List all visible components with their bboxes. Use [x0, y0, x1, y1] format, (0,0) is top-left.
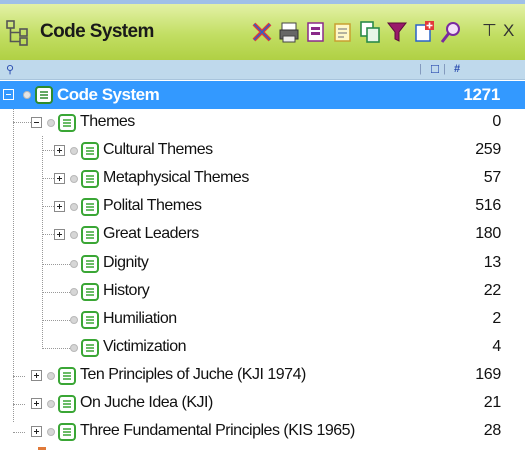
code-count: 259: [475, 141, 501, 158]
tree-item-label: Ten Principles of Juche (KJI 1974): [80, 366, 306, 383]
count-column-header[interactable]: #: [454, 63, 460, 75]
code-count: 1271: [463, 85, 500, 104]
color-dot-icon: [47, 400, 55, 408]
tree-item-humiliation[interactable]: Humiliation 2: [0, 306, 525, 334]
tree-item-label: Great Leaders: [103, 225, 199, 242]
code-icon: [81, 255, 99, 273]
expand-toggle[interactable]: [54, 229, 65, 240]
column-header: ⚲ | ☐ | #: [0, 60, 525, 80]
code-count: 28: [483, 422, 502, 439]
code-count: 169: [475, 366, 501, 383]
close-button[interactable]: X: [503, 21, 514, 41]
code-system-icon: [6, 20, 28, 46]
code-count: 13: [483, 254, 502, 271]
tree-item-dignity[interactable]: Dignity 13: [0, 250, 525, 278]
tree-item-three-fundamental-principles[interactable]: Three Fundamental Principles (KIS 1965) …: [0, 418, 525, 446]
code-icon: [81, 170, 99, 188]
tree-item-root[interactable]: Code System 1271: [0, 81, 525, 109]
color-dot-icon: [70, 344, 78, 352]
code-icon: [81, 142, 99, 160]
code-icon: [81, 198, 99, 216]
tree-item-label: History: [103, 282, 150, 299]
expand-toggle[interactable]: [31, 398, 42, 409]
color-dot-icon: [47, 372, 55, 380]
expand-toggle[interactable]: [54, 201, 65, 212]
code-tree: Code System 1271 Themes 0 Cultural Theme…: [0, 80, 525, 450]
expand-toggle[interactable]: [31, 370, 42, 381]
color-column-header[interactable]: ☐: [430, 63, 440, 76]
color-dot-icon: [23, 91, 31, 99]
color-dot-icon: [70, 175, 78, 183]
window-title: Code System: [40, 21, 154, 42]
tree-item-label: Themes: [80, 113, 135, 130]
expand-toggle[interactable]: [54, 173, 65, 184]
tree-item-label: Humiliation: [103, 310, 177, 327]
color-dot-icon: [70, 231, 78, 239]
code-icon: [81, 311, 99, 329]
search-icon[interactable]: [440, 20, 462, 44]
color-dot-icon: [70, 203, 78, 211]
tree-item-label: Code System: [57, 85, 160, 104]
tree-item-metaphysical-themes[interactable]: Metaphysical Themes 57: [0, 165, 525, 193]
collapse-toggle[interactable]: [3, 89, 14, 100]
code-count: 180: [475, 225, 501, 242]
code-count: 4: [492, 338, 501, 355]
code-icon: [81, 339, 99, 357]
code-count: 2: [492, 310, 501, 327]
tree-item-ten-principles[interactable]: Ten Principles of Juche (KJI 1974) 169: [0, 362, 525, 390]
export-icon[interactable]: [305, 20, 327, 44]
expand-toggle[interactable]: [31, 426, 42, 437]
color-dot-icon: [70, 288, 78, 296]
tree-item-great-leaders[interactable]: Great Leaders 180: [0, 221, 525, 249]
pin-icon[interactable]: ⊤: [482, 21, 497, 41]
tree-item-polital-themes[interactable]: Polital Themes 516: [0, 193, 525, 221]
tree-item-label: Metaphysical Themes: [103, 169, 249, 186]
new-code-icon[interactable]: [413, 20, 435, 44]
color-dot-icon: [70, 316, 78, 324]
tree-item-victimization[interactable]: Victimization 4: [0, 334, 525, 362]
copy-icon[interactable]: [359, 20, 381, 44]
code-column-icon[interactable]: ⚲: [6, 63, 14, 76]
tree-item-on-juche-idea[interactable]: On Juche Idea (KJI) 21: [0, 390, 525, 418]
code-system-window: Code System ⊤ X ⚲ | ☐ | # Code System 12…: [0, 0, 525, 450]
color-dot-icon: [47, 428, 55, 436]
code-icon: [81, 283, 99, 301]
code-icon: [58, 395, 76, 413]
tree-item-label: Cultural Themes: [103, 141, 213, 158]
tree-item-label: Three Fundamental Principles (KIS 1965): [80, 422, 355, 439]
tree-item-themes[interactable]: Themes 0: [0, 109, 525, 137]
filter-icon[interactable]: [386, 20, 408, 44]
color-dot-icon: [70, 147, 78, 155]
color-dot-icon: [47, 119, 55, 127]
code-count: 516: [475, 197, 501, 214]
print-icon[interactable]: [278, 20, 300, 44]
collapse-toggle[interactable]: [31, 117, 42, 128]
title-bar: Code System ⊤ X: [0, 0, 525, 60]
column-divider: |: [419, 63, 422, 75]
collapse-codes-icon[interactable]: [251, 20, 273, 44]
tree-item-cultural-themes[interactable]: Cultural Themes 259: [0, 137, 525, 165]
code-icon: [58, 423, 76, 441]
code-icon: [58, 367, 76, 385]
code-icon: [58, 114, 76, 132]
column-divider: |: [443, 63, 446, 75]
tree-item-label: Dignity: [103, 254, 149, 271]
code-count: 22: [483, 282, 502, 299]
tree-item-label: On Juche Idea (KJI): [80, 394, 213, 411]
code-count: 57: [483, 169, 502, 186]
color-dot-icon: [70, 260, 78, 268]
code-count: 21: [483, 394, 502, 411]
tree-item-label: Polital Themes: [103, 197, 202, 214]
expand-toggle[interactable]: [54, 145, 65, 156]
notes-icon[interactable]: [332, 20, 354, 44]
tree-item-label: Victimization: [103, 338, 187, 355]
code-count: 0: [492, 113, 501, 130]
code-icon: [81, 226, 99, 244]
code-icon: [35, 86, 53, 104]
tree-item-history[interactable]: History 22: [0, 278, 525, 306]
